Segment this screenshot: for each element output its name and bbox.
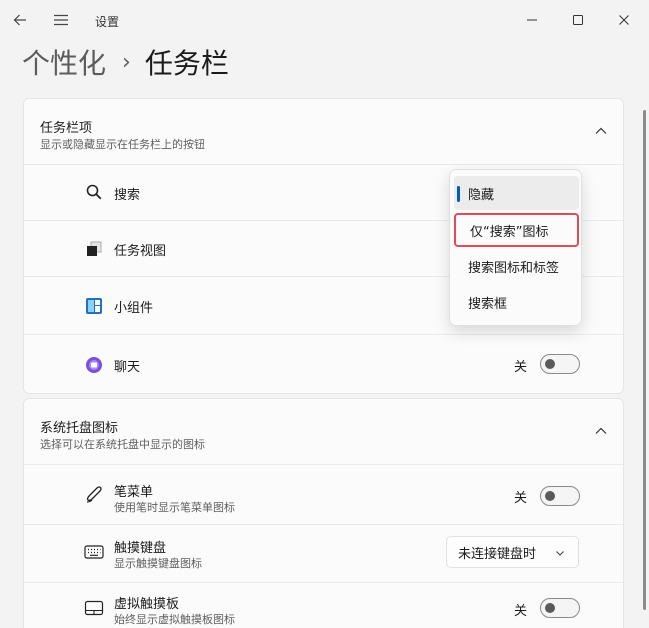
touch-keyboard-row: 触摸键盘 显示触摸键盘图标 未连接键盘时 <box>24 525 623 583</box>
breadcrumb-parent-link[interactable]: 个性化 <box>22 42 106 82</box>
virtual-touchpad-row: 虚拟触摸板 始终显示虚拟触摸板图标 关 <box>24 583 623 628</box>
search-options-dropdown: 隐藏 仅“搜索”图标 搜索图标和标签 搜索框 <box>449 169 582 326</box>
keyboard-icon <box>84 542 104 562</box>
task-view-icon <box>84 239 104 259</box>
close-icon[interactable] <box>604 0 644 40</box>
chat-row: 聊天 关 <box>24 335 623 393</box>
widgets-row-label: 小组件 <box>114 301 154 316</box>
virtual-touchpad-toggle-state: 关 <box>514 604 528 619</box>
touch-keyboard-select[interactable]: 未连接键盘时 <box>446 536 579 568</box>
chevron-up-icon[interactable] <box>593 423 609 439</box>
search-icon <box>84 182 104 202</box>
toggle-knob <box>545 359 555 369</box>
maximize-icon[interactable] <box>558 0 598 40</box>
tray-icons-header[interactable]: 系统托盘图标 选择可以在系统托盘中显示的图标 <box>24 399 623 465</box>
chat-toggle[interactable] <box>540 354 580 374</box>
back-arrow-icon[interactable] <box>8 0 32 40</box>
pen-menu-toggle-state: 关 <box>514 491 528 506</box>
pen-menu-sublabel: 使用笔时显示笔菜单图标 <box>114 501 235 514</box>
minimize-icon[interactable] <box>512 0 552 40</box>
option-search-icon-and-label[interactable]: 搜索图标和标签 <box>454 249 579 283</box>
option-hide[interactable]: 隐藏 <box>454 176 579 210</box>
touch-keyboard-sublabel: 显示触摸键盘图标 <box>114 557 202 570</box>
option-search-box[interactable]: 搜索框 <box>454 285 579 319</box>
pen-menu-toggle[interactable] <box>540 486 580 506</box>
taskbar-items-title: 任务栏项 <box>40 121 93 136</box>
search-row-label: 搜索 <box>114 188 141 203</box>
taskbar-items-header[interactable]: 任务栏项 显示或隐藏显示在任务栏上的按钮 <box>24 99 623 165</box>
chat-toggle-state: 关 <box>514 360 528 375</box>
tray-icons-title: 系统托盘图标 <box>40 421 119 436</box>
app-title: 设置 <box>95 15 120 29</box>
tray-icons-subtitle: 选择可以在系统托盘中显示的图标 <box>40 438 205 451</box>
breadcrumb-separator: › <box>122 49 131 75</box>
pen-icon <box>84 484 104 504</box>
pen-menu-label: 笔菜单 <box>114 485 154 500</box>
virtual-touchpad-label: 虚拟触摸板 <box>114 597 180 612</box>
chat-icon <box>84 355 104 375</box>
touch-keyboard-label: 触摸键盘 <box>114 541 167 556</box>
hamburger-menu-icon[interactable] <box>50 0 72 40</box>
title-bar: 设置 <box>0 0 649 40</box>
toggle-knob <box>545 491 555 501</box>
page-title: 任务栏 <box>144 47 229 80</box>
touchpad-icon <box>84 598 104 618</box>
breadcrumb: 个性化 › 任务栏 <box>22 40 229 84</box>
toggle-knob <box>545 603 555 613</box>
touch-keyboard-select-value: 未连接键盘时 <box>458 546 537 562</box>
chat-row-label: 聊天 <box>114 360 141 375</box>
task-view-row-label: 任务视图 <box>114 244 167 259</box>
scrollbar[interactable] <box>643 110 646 610</box>
pen-menu-row: 笔菜单 使用笔时显示笔菜单图标 关 <box>24 465 623 525</box>
widgets-icon <box>84 296 104 316</box>
chevron-up-icon[interactable] <box>593 123 609 139</box>
tray-icons-card: 系统托盘图标 选择可以在系统托盘中显示的图标 笔菜单 使用笔时显示笔菜单图标 关… <box>23 398 624 628</box>
virtual-touchpad-sublabel: 始终显示虚拟触摸板图标 <box>114 613 235 626</box>
virtual-touchpad-toggle[interactable] <box>540 598 580 618</box>
chevron-down-icon <box>556 551 564 556</box>
taskbar-items-subtitle: 显示或隐藏显示在任务栏上的按钮 <box>40 138 205 151</box>
option-search-icon-only[interactable]: 仅“搜索”图标 <box>454 213 579 247</box>
